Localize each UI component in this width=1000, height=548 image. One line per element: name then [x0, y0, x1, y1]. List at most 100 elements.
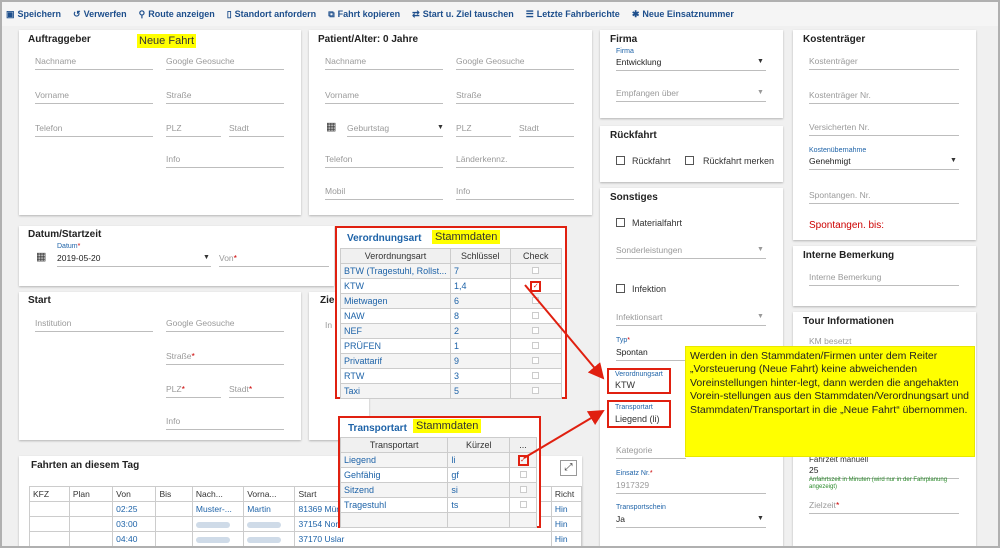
column-header[interactable]: Nach...: [191, 486, 245, 502]
checkbox[interactable]: [519, 471, 527, 478]
received-via-select[interactable]: Empfangen über: [616, 88, 766, 102]
checkbox[interactable]: [519, 501, 527, 508]
checkbox[interactable]: [532, 312, 540, 319]
transport-row[interactable]: Liegend li ✓: [339, 452, 537, 468]
column-header[interactable]: Kürzel: [447, 437, 511, 453]
client-firstname-field[interactable]: Vorname: [35, 90, 153, 104]
expand-icon[interactable]: ⤢: [560, 460, 577, 476]
checkbox[interactable]: [532, 342, 540, 349]
column-header[interactable]: Transportart: [339, 437, 449, 453]
request-location-button[interactable]: ▯ Standort anfordern: [227, 9, 316, 20]
prescription-row[interactable]: RTW 3: [340, 368, 563, 384]
prescription-row[interactable]: Taxi 5: [340, 383, 563, 399]
client-geosearch-field[interactable]: Google Geosuche: [166, 56, 284, 70]
prescription-type-value[interactable]: KTW: [615, 380, 635, 390]
column-header[interactable]: Von: [112, 486, 157, 502]
swap-start-destination-button[interactable]: ⇄ Start u. Ziel tauschen: [412, 9, 514, 20]
calendar-icon[interactable]: ▦: [36, 250, 46, 263]
client-lastname-field[interactable]: Nachname: [35, 56, 153, 70]
patient-mobile-field[interactable]: Mobil: [325, 186, 443, 200]
last-reports-button[interactable]: ☰ Letzte Fahrberichte: [526, 9, 620, 20]
prescription-row[interactable]: NEF 2: [340, 323, 563, 339]
from-time-field[interactable]: Von*: [219, 253, 329, 267]
date-field[interactable]: 2019-05-20: [57, 253, 211, 267]
transport-certificate-select[interactable]: Ja: [616, 514, 766, 528]
infection-checkbox[interactable]: [616, 284, 625, 293]
client-street-field[interactable]: Straße: [166, 90, 284, 104]
column-header[interactable]: Schlüssel: [449, 248, 511, 264]
patient-zip-field[interactable]: PLZ: [456, 123, 511, 137]
category-select[interactable]: Kategorie: [616, 445, 686, 459]
client-city-field[interactable]: Stadt: [229, 123, 284, 137]
start-street-field[interactable]: Straße*: [166, 351, 284, 365]
copy-trip-button[interactable]: ⧉ Fahrt kopieren: [328, 9, 400, 20]
firma-select[interactable]: Entwicklung: [616, 57, 766, 71]
payer-field[interactable]: Kostenträger: [809, 56, 959, 70]
infection-type-select[interactable]: Infektionsart: [616, 312, 766, 326]
check-icon[interactable]: ✓: [517, 455, 529, 466]
new-mission-number-button[interactable]: ✱ Neue Einsatznummer: [632, 9, 734, 20]
patient-lastname-field[interactable]: Nachname: [325, 56, 443, 70]
target-time-field[interactable]: Zielzeit*: [809, 500, 959, 514]
material-trip-checkbox[interactable]: [616, 218, 625, 227]
cost-approval-select[interactable]: Genehmigt: [809, 156, 959, 170]
remember-return-checkbox[interactable]: [685, 156, 694, 165]
prescription-type-label: Verordnungsart: [615, 371, 663, 378]
table-row[interactable]: 04:40 37170 Uslar Hin: [29, 531, 583, 546]
transport-check-cell: [509, 467, 537, 483]
column-header[interactable]: Richt: [550, 486, 583, 502]
spontaneous-approval-number-field[interactable]: Spontangen. Nr.: [809, 190, 959, 204]
payer-number-field[interactable]: Kostenträger Nr.: [809, 90, 959, 104]
prescription-row[interactable]: BTW (Tragestuhl, Rollst... 7: [340, 263, 563, 279]
transport-row[interactable]: Gehfähig gf: [339, 467, 537, 483]
start-geosearch-field[interactable]: Google Geosuche: [166, 318, 284, 332]
prescription-row[interactable]: KTW 1,4 ✓: [340, 278, 563, 294]
patient-firstname-field[interactable]: Vorname: [325, 90, 443, 104]
calendar-icon[interactable]: ▦: [326, 120, 336, 133]
checkbox[interactable]: [532, 357, 540, 364]
prescription-row[interactable]: NAW 8: [340, 308, 563, 324]
column-header[interactable]: KFZ: [29, 486, 70, 502]
patient-street-field[interactable]: Straße: [456, 90, 574, 104]
column-header[interactable]: Plan: [68, 486, 114, 502]
checkbox[interactable]: [519, 486, 527, 493]
prescription-row[interactable]: PRÜFEN 1: [340, 338, 563, 354]
patient-birthday-field[interactable]: Geburtstag: [347, 123, 443, 137]
prescription-row[interactable]: Privattarif 9: [340, 353, 563, 369]
start-city-field[interactable]: Stadt*: [229, 384, 284, 398]
internal-note-field[interactable]: Interne Bemerkung: [809, 272, 959, 286]
checkbox[interactable]: [532, 297, 540, 304]
institution-field[interactable]: Institution: [35, 318, 153, 332]
column-header[interactable]: Verordnungsart: [340, 248, 451, 264]
checkbox[interactable]: [532, 372, 540, 379]
patient-country-code-field[interactable]: Länderkennz.: [456, 154, 574, 168]
column-header[interactable]: ...: [509, 437, 537, 453]
return-trip-checkbox[interactable]: [616, 156, 625, 165]
client-phone-field[interactable]: Telefon: [35, 123, 153, 137]
prescription-row[interactable]: Mietwagen 6: [340, 293, 563, 309]
column-header[interactable]: Check: [509, 248, 563, 264]
save-button[interactable]: ▣ Speichern: [6, 9, 61, 20]
transport-type-value[interactable]: Liegend (li): [615, 414, 660, 424]
checkbox[interactable]: [532, 327, 540, 334]
show-route-button[interactable]: ⚲ Route anzeigen: [139, 9, 215, 20]
checkbox[interactable]: [532, 387, 540, 394]
column-header[interactable]: Vorna...: [243, 486, 296, 502]
transport-row[interactable]: Sitzend si: [339, 482, 537, 498]
transport-row[interactable]: Tragestuhl ts: [339, 497, 537, 513]
patient-city-field[interactable]: Stadt: [519, 123, 574, 137]
start-zip-field[interactable]: PLZ*: [166, 384, 221, 398]
client-info-field[interactable]: Info: [166, 154, 284, 168]
insurance-number-field[interactable]: Versicherten Nr.: [809, 122, 959, 136]
check-icon[interactable]: ✓: [530, 281, 542, 292]
start-info-field[interactable]: Info: [166, 416, 284, 430]
discard-button[interactable]: ↺ Verwerfen: [73, 9, 127, 20]
patient-phone-field[interactable]: Telefon: [325, 154, 443, 168]
mission-number-field[interactable]: 1917329: [616, 480, 766, 494]
checkbox[interactable]: [532, 267, 540, 274]
patient-geosearch-field[interactable]: Google Geosuche: [456, 56, 574, 70]
patient-info-field[interactable]: Info: [456, 186, 574, 200]
special-services-select[interactable]: Sonderleistungen: [616, 245, 766, 259]
client-zip-field[interactable]: PLZ: [166, 123, 221, 137]
column-header[interactable]: Bis: [155, 486, 193, 502]
